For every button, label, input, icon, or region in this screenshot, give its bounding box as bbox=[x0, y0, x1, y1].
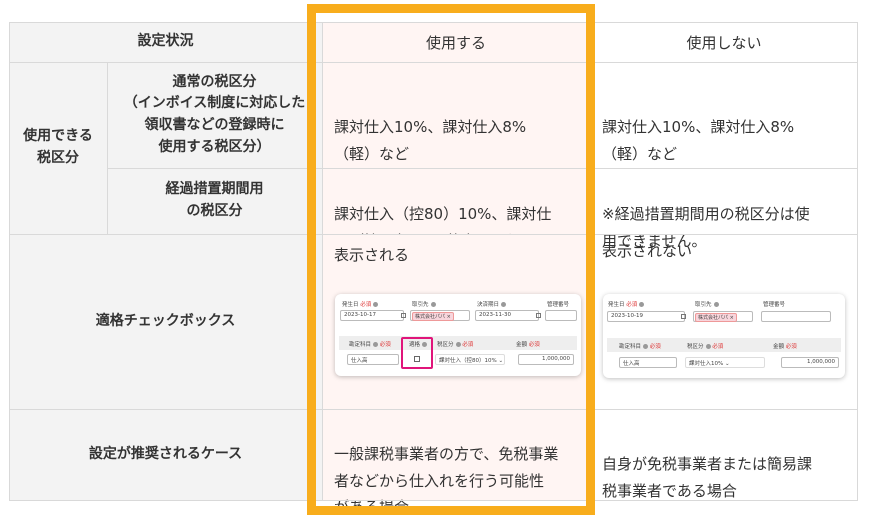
grid-line bbox=[9, 500, 858, 501]
normal-tax-use-text: 課対仕入10%、課対仕入8% （軽）など bbox=[334, 118, 527, 163]
checkbox-row-label: 適格チェックボックス bbox=[95, 312, 236, 329]
header-settings: 設定状況 bbox=[9, 22, 322, 62]
amount-column-label: 金額 必須 bbox=[516, 342, 540, 348]
calendar-icon[interactable] bbox=[401, 313, 406, 318]
account-column-label: 勘定科目 必須 bbox=[619, 344, 661, 350]
account-column-label: 勘定科目 必須 bbox=[349, 342, 391, 348]
grid-line bbox=[9, 22, 10, 501]
amount-input[interactable]: 1,000,000 bbox=[518, 354, 574, 365]
normal-tax-use-cell: 課対仕入10%、課対仕入8% （軽）など bbox=[322, 62, 590, 168]
recommended-nouse-text: 自身が免税事業者または簡易課 税事業者である場合 bbox=[602, 455, 813, 500]
grid-line bbox=[322, 22, 323, 501]
recommended-use-cell: 一般課税事業者の方で、免税事業 者などから仕入れを行う可能性 がある場合 bbox=[322, 409, 590, 516]
date-field-label: 発生日 必須 bbox=[342, 300, 379, 308]
form-preview-use: 発生日 必須 2023-10-17 取引先 株式会社パパ × 決済期日 2023… bbox=[335, 294, 581, 376]
checkbox-use-text: 表示される bbox=[334, 246, 410, 264]
row-normal-tax-header: 通常の税区分 （インボイス制度に対応した 領収書などの登録時に 使用する税区分） bbox=[107, 62, 322, 168]
mgmt-input[interactable] bbox=[761, 311, 831, 322]
tax-select[interactable]: 課対仕入（控80）10% ⌄ bbox=[435, 354, 505, 365]
amount-input[interactable]: 1,000,000 bbox=[781, 357, 839, 368]
grid-line bbox=[857, 22, 858, 501]
recommended-nouse-cell: 自身が免税事業者または簡易課 税事業者である場合 bbox=[590, 409, 858, 501]
date-input[interactable]: 2023-10-17 bbox=[340, 310, 404, 321]
mgmt-field-label: 管理番号 bbox=[547, 302, 570, 308]
grid-line bbox=[107, 168, 858, 169]
help-icon bbox=[639, 302, 645, 307]
normal-tax-nouse-cell: 課対仕入10%、課対仕入8% （軽）など bbox=[590, 62, 858, 168]
partner-tag[interactable]: 株式会社パパ × bbox=[695, 313, 737, 322]
tax-column-label: 税区分 必須 bbox=[437, 342, 474, 348]
header-use-label: 使用する bbox=[425, 33, 486, 52]
row-transition-tax-header: 経過措置期間用 の税区分 bbox=[107, 168, 322, 234]
normal-tax-label: 通常の税区分 （インボイス制度に対応した 領収書などの登録時に 使用する税区分） bbox=[123, 73, 306, 155]
amount-column-label: 金額 必須 bbox=[773, 344, 797, 350]
account-input[interactable]: 仕入高 bbox=[347, 354, 399, 365]
date-field-label: 発生日 必須 bbox=[608, 300, 645, 308]
header-use: 使用する bbox=[322, 22, 590, 62]
date-input[interactable]: 2023-10-19 bbox=[607, 311, 685, 322]
grid-line bbox=[9, 234, 858, 235]
grid-line bbox=[9, 409, 858, 410]
transition-tax-nouse-cell: ※経過措置期間用の税区分は使 用できません。 bbox=[590, 168, 858, 249]
group-usable-tax: 使用できる 税区分 bbox=[9, 62, 107, 234]
mgmt-input[interactable] bbox=[545, 310, 577, 321]
partner-tag[interactable]: 株式会社パパ × bbox=[412, 312, 454, 321]
due-input[interactable]: 2023-11-30 bbox=[475, 310, 539, 321]
grid-line bbox=[9, 22, 858, 23]
group-usable-tax-label: 使用できる 税区分 bbox=[23, 128, 93, 166]
transition-tax-use-cell: 課対仕入（控80）10%、課対仕 入（控80）8%（軽）など bbox=[322, 168, 590, 250]
recommended-row-label: 設定が推奨されるケース bbox=[88, 446, 243, 463]
account-input[interactable]: 仕入高 bbox=[619, 357, 677, 368]
checkbox-nouse-text: 表示されない bbox=[602, 242, 693, 260]
row-checkbox-header: 適格チェックボックス bbox=[9, 234, 322, 409]
tax-select[interactable]: 課対仕入10% ⌄ bbox=[685, 357, 765, 368]
form-preview-nouse: 発生日 必須 2023-10-19 取引先 株式会社パパ × 管理番号 勘定科目… bbox=[603, 294, 845, 378]
grid-line bbox=[107, 62, 108, 234]
recommended-use-text: 一般課税事業者の方で、免税事業 者などから仕入れを行う可能性 がある場合 bbox=[334, 445, 559, 516]
partner-field-label: 取引先 bbox=[412, 300, 436, 308]
grid-line bbox=[9, 62, 858, 63]
normal-tax-nouse-text: 課対仕入10%、課対仕入8% （軽）など bbox=[602, 118, 795, 163]
help-icon bbox=[373, 302, 379, 307]
transition-tax-label: 経過措置期間用 の税区分 bbox=[165, 181, 264, 219]
due-field-label: 決済期日 bbox=[477, 300, 507, 308]
checkbox-highlight bbox=[401, 337, 433, 369]
header-settings-label: 設定状況 bbox=[137, 33, 194, 50]
header-nouse: 使用しない bbox=[590, 22, 858, 62]
tax-column-label: 税区分 必須 bbox=[687, 344, 724, 350]
calendar-icon[interactable] bbox=[536, 313, 541, 318]
mgmt-field-label: 管理番号 bbox=[763, 302, 786, 308]
grid-line bbox=[590, 22, 591, 501]
row-recommended-header: 設定が推奨されるケース bbox=[9, 409, 322, 501]
header-nouse-label: 使用しない bbox=[686, 33, 762, 52]
calendar-icon[interactable] bbox=[681, 314, 686, 319]
partner-field-label: 取引先 bbox=[695, 300, 719, 308]
